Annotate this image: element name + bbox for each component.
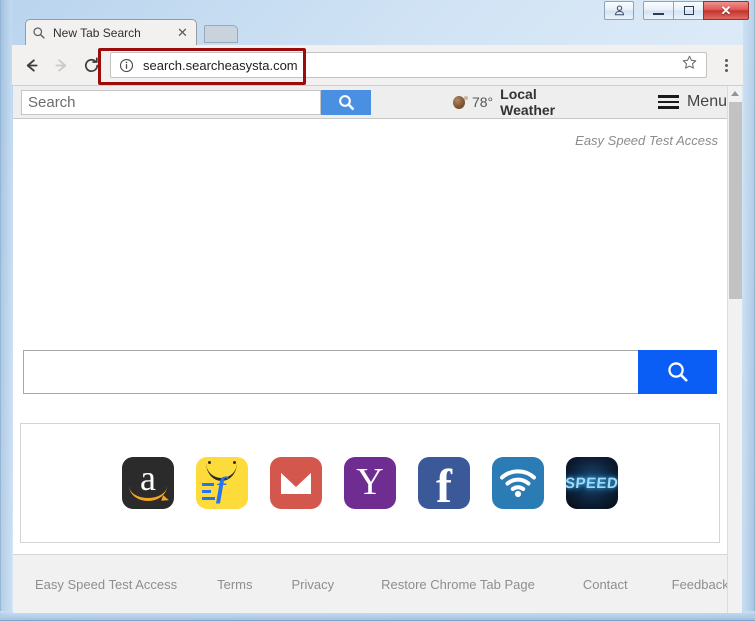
scrollbar-thumb[interactable] bbox=[729, 102, 742, 299]
site-menu-label: Menu bbox=[686, 93, 727, 110]
weather-label: Local Weather bbox=[500, 86, 556, 118]
three-dot-menu-icon-3 bbox=[724, 68, 728, 72]
page-scrollbar[interactable] bbox=[727, 86, 742, 613]
amazon-smile-icon bbox=[129, 486, 167, 501]
tab-strip: New Tab Search ✕ bbox=[12, 16, 743, 45]
footer-link-feedback[interactable]: Feedback bbox=[672, 577, 729, 592]
address-bar-url: search.searcheasysta.com bbox=[143, 57, 298, 73]
shortcut-gmail[interactable] bbox=[270, 457, 322, 509]
footer-link-privacy[interactable]: Privacy bbox=[292, 577, 335, 592]
hamburger-icon bbox=[657, 95, 679, 109]
page-tagline: Easy Speed Test Access bbox=[575, 133, 718, 148]
local-weather-widget[interactable]: 78° Local Weather bbox=[453, 86, 588, 118]
window-frame-right bbox=[743, 0, 755, 616]
main-search-input[interactable] bbox=[23, 350, 638, 394]
chrome-menu-button[interactable] bbox=[713, 50, 739, 80]
forward-arrow-icon bbox=[54, 58, 66, 72]
magnifier-icon bbox=[33, 26, 45, 39]
page-footer: Easy Speed Test Access Terms Privacy Res… bbox=[13, 554, 729, 613]
yahoo-icon: Y bbox=[356, 461, 384, 503]
three-dot-menu-icon bbox=[724, 58, 728, 62]
scroll-up-button[interactable] bbox=[728, 86, 742, 101]
wifi-icon bbox=[500, 469, 536, 498]
window-frame-left bbox=[0, 0, 12, 616]
flipkart-eye-right-icon bbox=[233, 461, 236, 464]
facebook-icon: f bbox=[436, 459, 452, 509]
shortcut-flipkart[interactable]: f bbox=[196, 457, 248, 509]
speed-icon: SPEED bbox=[566, 474, 618, 492]
footer-link-restore-chrome-tab-page[interactable]: Restore Chrome Tab Page bbox=[381, 577, 535, 592]
shortcut-amazon[interactable]: a bbox=[122, 457, 174, 509]
site-menu-button[interactable]: Menu bbox=[657, 93, 727, 111]
tab-title: New Tab Search bbox=[53, 25, 141, 40]
shortcuts-card: a f Y f SPEED bbox=[20, 423, 720, 543]
browser-toolbar: search.searcheasysta.com bbox=[12, 45, 743, 86]
new-tab-button[interactable] bbox=[204, 25, 238, 43]
address-bar[interactable]: search.searcheasysta.com bbox=[110, 52, 707, 78]
tab-close-button[interactable]: ✕ bbox=[175, 25, 190, 40]
minimize-icon bbox=[653, 12, 664, 15]
reload-icon bbox=[84, 56, 98, 72]
site-header-bar: 78° Local Weather Menu bbox=[13, 86, 727, 119]
weather-icon bbox=[453, 95, 468, 109]
footer-link-contact[interactable]: Contact bbox=[583, 577, 628, 592]
tab-new-tab-search[interactable]: New Tab Search ✕ bbox=[25, 19, 197, 45]
main-search-button[interactable] bbox=[638, 350, 717, 394]
weather-temperature: 78° bbox=[471, 94, 494, 110]
flipkart-eye-left-icon bbox=[208, 461, 211, 464]
shortcut-yahoo[interactable]: Y bbox=[344, 457, 396, 509]
shortcut-speed[interactable]: SPEED bbox=[566, 457, 618, 509]
back-arrow-icon bbox=[26, 58, 38, 72]
bookmark-star-icon[interactable] bbox=[681, 54, 698, 76]
magnifier-icon bbox=[338, 94, 354, 110]
header-search-group bbox=[21, 89, 371, 115]
flipkart-icon: f bbox=[216, 471, 226, 504]
gmail-icon bbox=[279, 470, 313, 496]
forward-button bbox=[46, 50, 76, 80]
shortcut-speedtest[interactable] bbox=[492, 457, 544, 509]
main-search-group bbox=[23, 350, 717, 394]
footer-link-easy-speed-test-access[interactable]: Easy Speed Test Access bbox=[35, 577, 177, 592]
header-search-button[interactable] bbox=[321, 89, 371, 115]
shortcut-facebook[interactable]: f bbox=[418, 457, 470, 509]
maximize-icon bbox=[683, 6, 694, 15]
three-dot-menu-icon-2 bbox=[724, 63, 728, 67]
flipkart-dash-3-icon bbox=[202, 497, 215, 500]
info-circle-icon[interactable] bbox=[119, 58, 134, 73]
header-search-input[interactable] bbox=[21, 89, 321, 115]
reload-button[interactable] bbox=[76, 50, 106, 80]
scroll-up-arrow-icon bbox=[731, 91, 739, 96]
magnifier-icon bbox=[667, 362, 688, 382]
page-content: 78° Local Weather Menu Easy Speed Test A… bbox=[13, 86, 742, 613]
footer-link-terms[interactable]: Terms bbox=[217, 577, 252, 592]
flipkart-dash-2-icon bbox=[202, 490, 211, 493]
flipkart-dash-1-icon bbox=[202, 483, 214, 486]
back-button[interactable] bbox=[16, 50, 46, 80]
